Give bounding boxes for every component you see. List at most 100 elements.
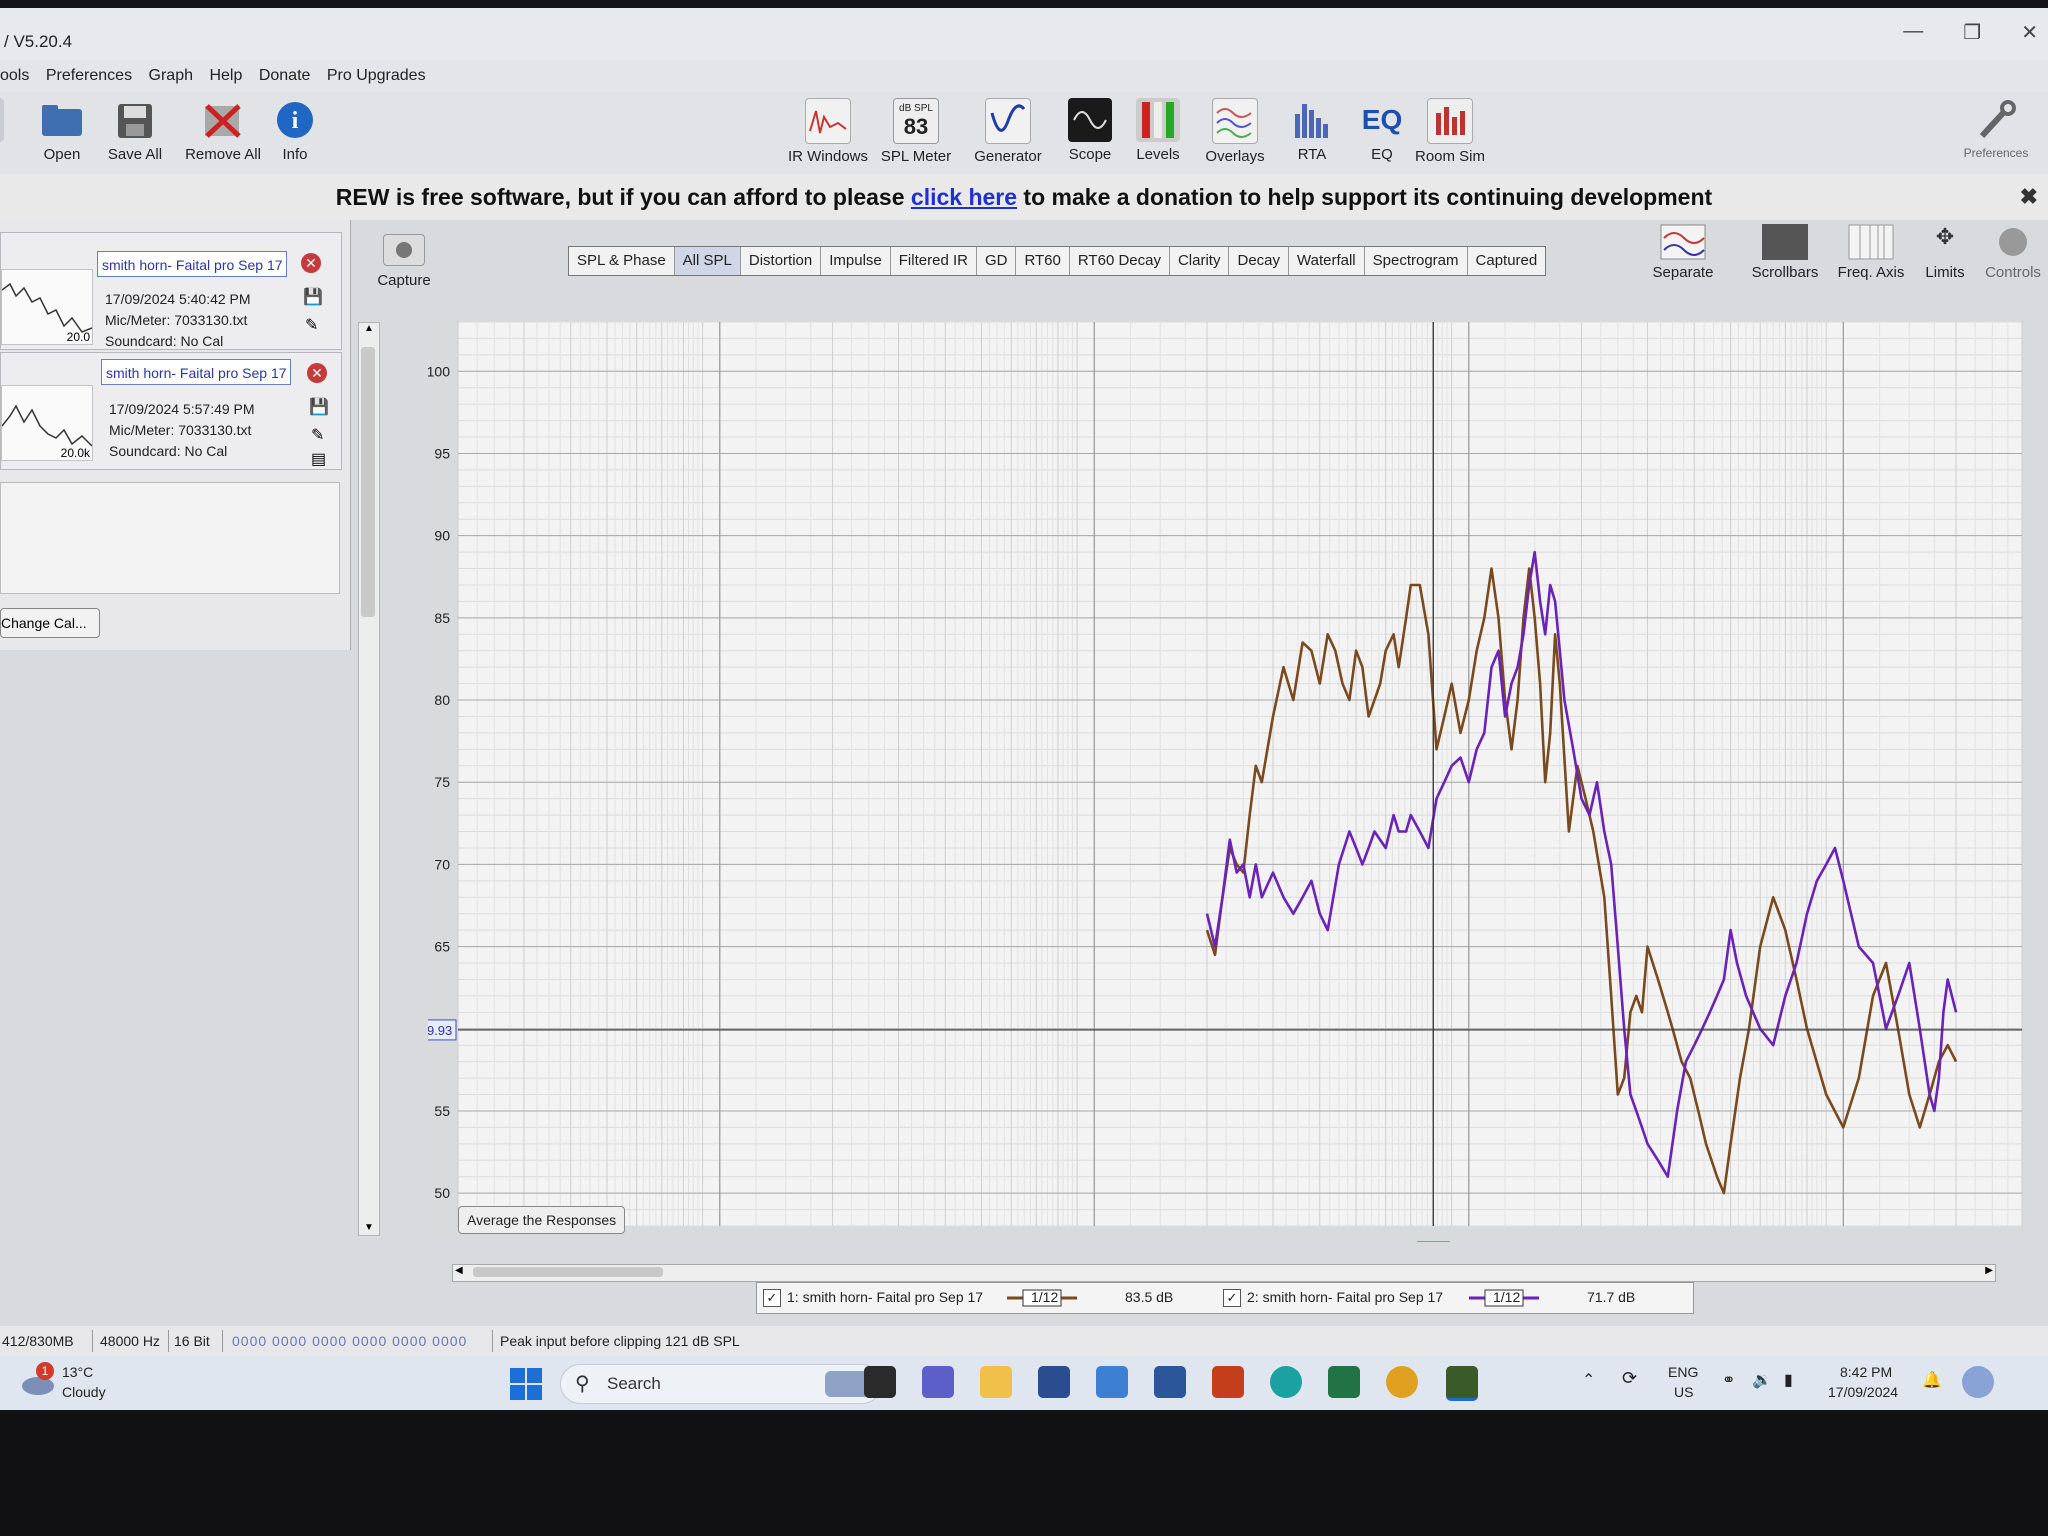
excel-icon[interactable] [1328, 1366, 1360, 1398]
capture-label: Capture [377, 272, 431, 289]
remove-measurement-icon[interactable]: ✕ [307, 363, 327, 383]
tab-filtered-ir[interactable]: Filtered IR [891, 247, 977, 275]
room-sim-button[interactable]: Room Sim [1402, 92, 1498, 165]
legend-smoothing-2[interactable]: 1/12 [1493, 1289, 1520, 1305]
clock-time[interactable]: 8:42 PM [1840, 1364, 1892, 1380]
status-sample-rate: 48000 Hz [100, 1333, 160, 1349]
tab-impulse[interactable]: Impulse [821, 247, 891, 275]
tab-clarity[interactable]: Clarity [1170, 247, 1230, 275]
notes-icon[interactable]: ▤ [311, 449, 326, 469]
chrome-icon[interactable] [1386, 1366, 1418, 1398]
tab-all-spl[interactable]: All SPL [674, 247, 741, 275]
menu-preferences[interactable]: Preferences [46, 60, 132, 92]
copilot-icon[interactable] [1962, 1366, 1994, 1398]
spl-meter-label: SPL Meter [880, 148, 952, 165]
tab-decay[interactable]: Decay [1229, 247, 1290, 275]
menu-donate[interactable]: Donate [259, 60, 311, 92]
vertical-scroll-thumb[interactable] [361, 347, 375, 617]
rta-label: RTA [1297, 146, 1327, 163]
language-us[interactable]: US [1674, 1384, 1693, 1400]
room-sim-label: Room Sim [1414, 148, 1485, 165]
file-explorer-icon[interactable] [980, 1366, 1012, 1398]
weather-cloud-icon[interactable]: 1 [20, 1362, 56, 1396]
save-measurement-icon[interactable]: 💾 [309, 397, 329, 417]
tab-distortion[interactable]: Distortion [741, 247, 822, 275]
tab-gd[interactable]: GD [977, 247, 1017, 275]
mail-icon[interactable] [1096, 1366, 1128, 1398]
ir-windows-button[interactable]: IR Windows [780, 92, 876, 165]
tab-spectrogram[interactable]: Spectrogram [1365, 247, 1468, 275]
close-window-icon[interactable]: ✕ [2021, 20, 2038, 45]
levels-label: Levels [1136, 146, 1180, 163]
horizontal-scroll-thumb[interactable] [473, 1267, 663, 1277]
scrollbars-label: Scrollbars [1751, 264, 1819, 281]
change-cal-button[interactable]: Change Cal... [0, 608, 100, 638]
tab-rt60-decay[interactable]: RT60 Decay [1070, 247, 1170, 275]
scroll-down-icon[interactable]: ▼ [359, 1222, 379, 1233]
volume-icon[interactable]: 🔉 [1752, 1370, 1772, 1390]
language-eng[interactable]: ENG [1668, 1364, 1698, 1380]
network-globe-icon[interactable]: ⚭ [1722, 1370, 1735, 1390]
menu-help[interactable]: Help [209, 60, 242, 92]
plot-area[interactable] [457, 321, 2023, 1227]
battery-icon[interactable]: ▮ [1784, 1370, 1793, 1390]
measurement-name-field-1[interactable]: smith horn- Faital pro Sep 17 [97, 251, 287, 277]
task-view-icon[interactable] [864, 1366, 896, 1398]
vertical-scrollbar[interactable]: ▲ ▼ [358, 322, 380, 1236]
scroll-left-icon[interactable]: ◀ [455, 1265, 463, 1276]
average-responses-button[interactable]: Average the Responses [458, 1206, 626, 1234]
edge-icon[interactable] [1270, 1366, 1302, 1398]
measurement-card-1[interactable]: 20.0 smith horn- Faital pro Sep 17 ✕ 17/… [0, 232, 342, 350]
tab-spl-phase[interactable]: SPL & Phase [569, 247, 675, 275]
donate-link[interactable]: click here [911, 184, 1017, 210]
save-measurement-icon[interactable]: 💾 [303, 287, 323, 307]
rew-app-icon[interactable] [1446, 1366, 1478, 1401]
measurement-name-field-2[interactable]: smith horn- Faital pro Sep 17 [101, 359, 291, 385]
generator-icon [985, 98, 1031, 144]
menu-pro-upgrades[interactable]: Pro Upgrades [327, 60, 426, 92]
save-all-button[interactable]: Save All [87, 92, 183, 163]
edit-pencil-icon[interactable]: ✎ [305, 315, 318, 335]
preferences-wrench-icon [1974, 98, 2018, 142]
legend-checkbox-2[interactable]: ✓ [1223, 1289, 1241, 1307]
tab-rt60[interactable]: RT60 [1016, 247, 1070, 275]
powerpoint-icon[interactable] [1212, 1366, 1244, 1398]
capture-button[interactable]: Capture [370, 234, 438, 289]
remove-measurement-icon[interactable]: ✕ [301, 253, 321, 273]
word-icon[interactable] [1154, 1366, 1186, 1398]
notification-bell-icon[interactable]: 🔔 [1922, 1370, 1942, 1390]
minimize-icon[interactable]: — [1903, 20, 1923, 45]
measurement-date-2: 17/09/2024 5:57:49 PM [109, 401, 255, 417]
y-tick-label: 95 [434, 445, 450, 461]
microsoft-store-icon[interactable] [1038, 1366, 1070, 1398]
legend-checkbox-1[interactable]: ✓ [763, 1289, 781, 1307]
measurement-card-2[interactable]: 20.0k smith horn- Faital pro Sep 17 ✕ 17… [0, 352, 342, 470]
sync-icon[interactable]: ⟳ [1622, 1368, 1637, 1389]
teams-icon[interactable] [922, 1366, 954, 1398]
legend-label-1: 1: smith horn- Faital pro Sep 17 [787, 1289, 984, 1305]
windows-start-icon[interactable] [510, 1368, 542, 1405]
tab-captured[interactable]: Captured [1468, 247, 1546, 275]
horizontal-scrollbar[interactable]: ◀ ▶ [452, 1264, 1996, 1282]
tab-waterfall[interactable]: Waterfall [1289, 247, 1365, 275]
preferences-button[interactable]: Preferences [1948, 92, 2044, 160]
controls-button[interactable]: Controls [1970, 220, 2048, 281]
edit-pencil-icon[interactable]: ✎ [311, 425, 324, 445]
clock-date[interactable]: 17/09/2024 [1828, 1384, 1898, 1400]
scroll-up-icon[interactable]: ▲ [359, 323, 379, 334]
scroll-right-icon[interactable]: ▶ [1985, 1265, 1993, 1276]
menu-graph[interactable]: Graph [149, 60, 193, 92]
separate-button[interactable]: Separate [1640, 220, 1726, 281]
banner-close-icon[interactable]: ✖ [2020, 174, 2038, 220]
restore-icon[interactable]: ❐ [1963, 20, 1981, 45]
spl-graph[interactable]: SPL 50556065707580859095100 234567810203… [428, 314, 2028, 1242]
taskbar-search-box[interactable]: ⚲ Search [560, 1364, 882, 1404]
spl-meter-button[interactable]: dB SPL 83 SPL Meter [868, 92, 964, 165]
legend-smoothing-1[interactable]: 1/12 [1031, 1289, 1058, 1305]
scrollbars-button[interactable]: Scrollbars [1742, 220, 1828, 281]
save-all-label: Save All [107, 146, 163, 163]
tray-chevron-up-icon[interactable]: ⌃ [1582, 1370, 1595, 1390]
menu-tools[interactable]: ools [0, 60, 29, 92]
info-button[interactable]: i Info [247, 92, 343, 163]
preferences-label: Preferences [1963, 146, 2029, 160]
